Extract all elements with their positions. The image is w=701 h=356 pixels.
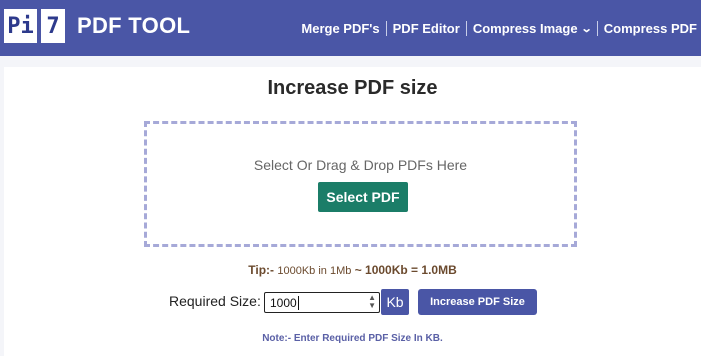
- size-note: Note:- Enter Required PDF Size In KB.: [262, 333, 443, 344]
- nav-merge-pdfs-label: Merge PDF's: [301, 20, 380, 36]
- nav-compress-image-label: Compress Image: [472, 20, 578, 36]
- required-size-input[interactable]: 1000 ▲ ▼: [264, 292, 380, 313]
- nav-pdf-editor-label: PDF Editor: [392, 20, 460, 36]
- size-tip: Tip:- 1000Kb in 1Mb ~ 1000Kb = 1.0MB: [4, 263, 701, 277]
- nav-compress-image[interactable]: Compress Image ⌄: [472, 20, 593, 36]
- tip-text: 1000Kb in 1Mb: [277, 265, 352, 277]
- required-size-value: 1000: [270, 295, 297, 310]
- select-pdf-button[interactable]: Select PDF: [318, 182, 408, 212]
- site-logo[interactable]: Pi 7 PDF TOOL: [4, 9, 190, 43]
- logo-pi-block: Pi: [4, 9, 37, 43]
- main-nav: Merge PDF's PDF Editor Compress Image ⌄ …: [301, 0, 701, 56]
- nav-separator: [465, 20, 467, 36]
- dropzone-text: Select Or Drag & Drop PDFs Here: [253, 157, 468, 173]
- unit-kb-badge: Kb: [381, 289, 409, 315]
- nav-compress-pdf-label: Compress PDF: [603, 20, 697, 36]
- number-spinner[interactable]: ▲ ▼: [368, 294, 376, 310]
- tip-conversion: ~ 1000Kb = 1.0MB: [351, 263, 457, 277]
- page-title: Increase PDF size: [267, 77, 438, 99]
- increase-pdf-size-button[interactable]: Increase PDF Size: [418, 289, 537, 315]
- nav-merge-pdfs[interactable]: Merge PDF's: [301, 21, 379, 36]
- nav-separator: [385, 20, 387, 36]
- top-header: Pi 7 PDF TOOL Merge PDF's PDF Editor Com…: [0, 0, 701, 56]
- chevron-down-icon: ⌄: [580, 22, 593, 35]
- nav-separator: [596, 20, 598, 36]
- logo-seven-block: 7: [41, 9, 65, 43]
- tip-prefix: Tip:-: [248, 263, 278, 277]
- nav-compress-pdf[interactable]: Compress PDF: [604, 21, 697, 36]
- nav-pdf-editor[interactable]: PDF Editor: [393, 21, 460, 36]
- text-caret: [297, 295, 299, 310]
- main-card: Increase PDF size Select Or Drag & Drop …: [4, 67, 701, 356]
- required-size-label: Required Size:: [169, 293, 261, 309]
- brand-name: PDF TOOL: [77, 13, 191, 38]
- pdf-dropzone[interactable]: Select Or Drag & Drop PDFs Here Select P…: [144, 121, 577, 247]
